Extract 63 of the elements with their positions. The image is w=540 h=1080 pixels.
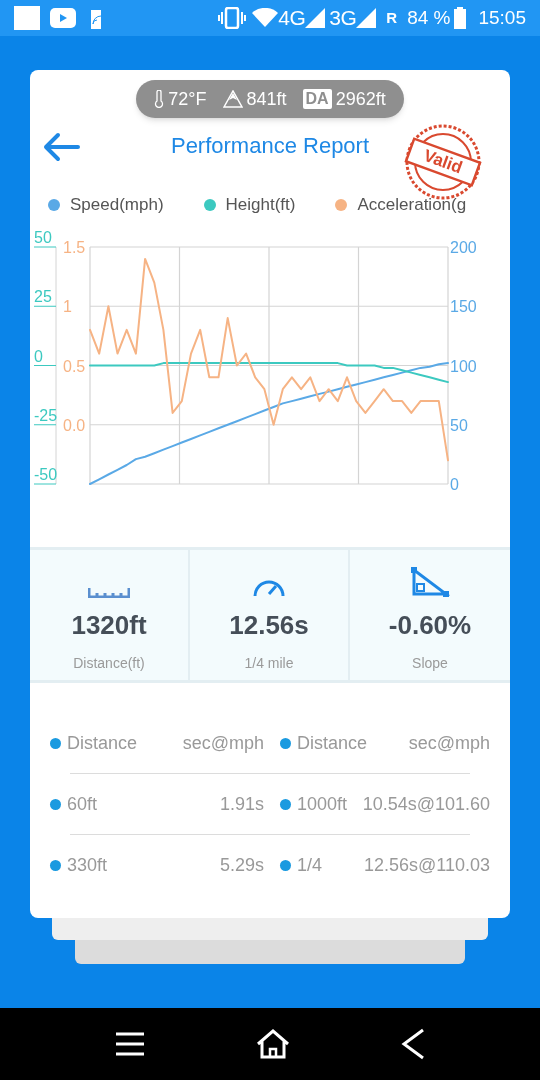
battery-percent: 84 % [407,5,451,30]
home-icon[interactable] [256,1029,290,1059]
split-time: sec@mph [182,731,264,755]
stat-label: 1/4 mile [244,654,294,673]
split-distance: 60ft [67,792,98,816]
signal-icon [305,8,326,28]
vibrate-icon [218,7,247,29]
stat-value: 1320ft [71,609,147,642]
axis-label: 50 [450,416,468,434]
axis-label: 1.5 [63,239,86,256]
density-badge: DA [302,89,332,109]
stat-label: Distance(ft) [73,654,145,673]
axis-label: 0.0 [63,416,86,434]
axis-label: 0.5 [63,357,86,375]
split-time: 10.54s@101.60 [362,792,490,816]
split-distance: 1/4 [297,853,323,877]
clock: 15:05 [478,5,526,30]
split-distance: 330ft [67,853,108,877]
menu-icon[interactable] [115,1031,146,1057]
elevation-text: 841ft [246,87,287,111]
axis-label: -25 [33,406,58,426]
y-tick-label: 50 [34,229,52,246]
slope-icon [410,566,450,598]
axis-label: 50 [33,229,57,248]
play-icon [50,8,76,28]
network-label: 4G [278,5,306,32]
split-time: sec@mph [408,731,490,755]
roaming-label: R [386,7,398,28]
density-altitude-text: 2962ft [335,87,386,111]
split-time: 5.29s [219,853,264,877]
legend-label: Acceleration(g [357,194,467,217]
legend-label: Height(ft) [225,194,296,217]
back-icon[interactable] [400,1028,425,1060]
battery-icon [454,7,467,29]
thermometer-icon [154,90,165,108]
ruler-icon [88,586,130,598]
axis-label: 1 [63,298,72,316]
split-time: 1.91s [219,792,264,816]
signal-icon [356,8,377,28]
page-title: Performance Report [170,131,370,160]
stat-value: -0.60% [388,609,472,642]
wifi-icon [252,8,279,28]
back-arrow-icon [42,132,80,162]
y-tick-label: 25 [34,288,52,306]
axis-label: 150 [450,298,477,316]
legend-label: Speed(mph) [70,194,164,217]
temperature-text: 72°F [168,87,207,111]
stat-value: 12.56s [229,609,309,642]
axis-label: 25 [33,288,57,307]
app-icon [14,6,40,30]
split-distance: Distance [297,731,368,755]
network-label: 3G [329,5,357,32]
axis-label: 200 [450,239,477,256]
axis-label: 0 [450,476,459,493]
split-time: 12.56s@110.03 [363,853,490,877]
stat-label: Slope [412,654,448,673]
axis-label: 100 [450,357,477,375]
axis-label: -50 [33,466,58,485]
mountain-icon [222,90,243,108]
y-tick-label: 0 [34,347,43,365]
split-distance: Distance [67,731,138,755]
split-distance: 1000ft [297,792,348,816]
axis-label: 0 [33,347,57,366]
